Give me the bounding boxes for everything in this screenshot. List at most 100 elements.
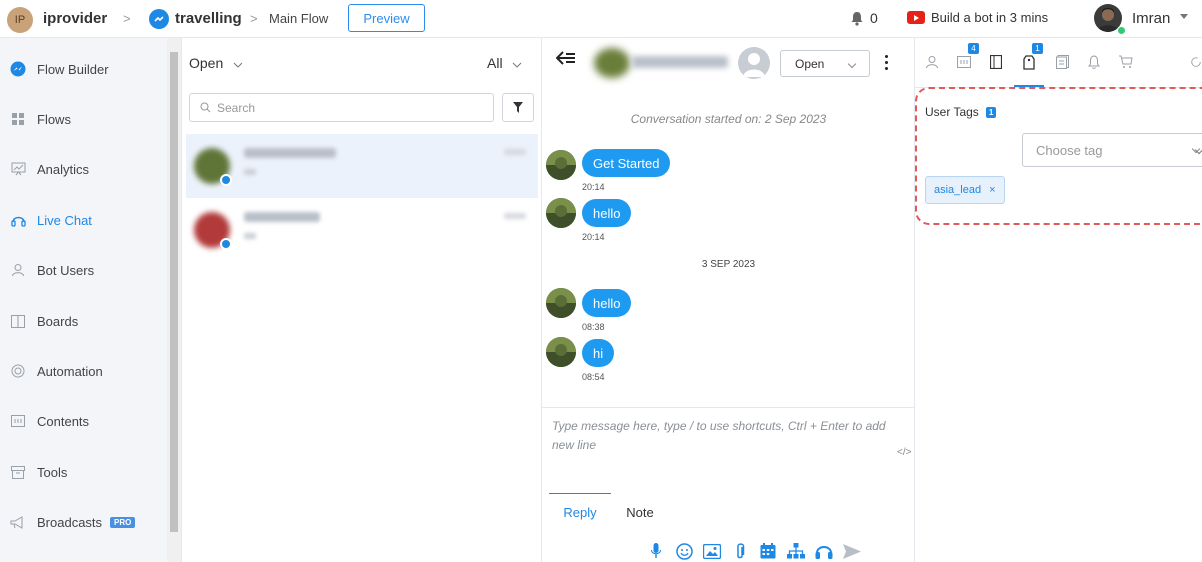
conversation-item[interactable] xyxy=(186,198,538,262)
collapse-arrow-icon[interactable] xyxy=(555,51,576,70)
build-bot-video-link[interactable]: Build a bot in 3 mins xyxy=(907,10,1048,25)
messenger-icon xyxy=(220,174,232,186)
sidebar-item-tools[interactable]: Tools xyxy=(0,447,166,497)
user-tags-count: 1 xyxy=(985,106,997,118)
sidebar-item-bot-users[interactable]: Bot Users xyxy=(0,245,166,295)
sidebar-item-boards[interactable]: Boards xyxy=(0,296,166,346)
tag-chip[interactable]: asia_lead × xyxy=(925,176,1005,204)
sidebar-item-broadcasts[interactable]: Broadcasts PRO xyxy=(0,497,166,547)
conversation-status-dropdown[interactable]: Open xyxy=(780,50,870,77)
breadcrumb-separator: > xyxy=(250,11,258,26)
tab-notes[interactable] xyxy=(955,53,973,71)
contact-avatar xyxy=(546,337,576,367)
user-tags-title: User Tags xyxy=(925,105,979,119)
scope-filter-dropdown[interactable]: All xyxy=(487,55,522,71)
sidebar-item-label: Flow Builder xyxy=(37,61,109,77)
messenger-icon xyxy=(149,9,169,29)
sidebar-item-automation[interactable]: Automation xyxy=(0,346,166,396)
user-icon xyxy=(9,261,27,279)
emoji-icon[interactable] xyxy=(670,540,698,562)
message-time: 08:38 xyxy=(582,322,605,332)
top-bar: IP iprovider > travelling > Main Flow Pr… xyxy=(0,0,1202,38)
message-composer[interactable]: Type message here, type / to use shortcu… xyxy=(542,407,915,493)
tags-count-badge: 1 xyxy=(1032,43,1043,54)
contact-avatar xyxy=(546,198,576,228)
code-toggle-icon[interactable]: </> xyxy=(897,447,911,458)
promo-text: Build a bot in 3 mins xyxy=(931,10,1049,25)
notifications-button[interactable]: 0 xyxy=(850,10,878,26)
preview-button[interactable]: Preview xyxy=(348,4,425,32)
tab-profile[interactable] xyxy=(923,53,941,71)
chevron-down-icon xyxy=(513,62,522,68)
headset-icon[interactable] xyxy=(810,540,838,562)
more-options-icon[interactable] xyxy=(885,55,888,70)
contact-avatar xyxy=(546,150,576,180)
sidebar-item-analytics[interactable]: Analytics xyxy=(0,144,166,194)
remove-tag-icon[interactable]: × xyxy=(989,184,995,196)
image-icon[interactable] xyxy=(698,540,726,562)
sidebar-item-live-chat[interactable]: Live Chat xyxy=(0,195,166,245)
user-tags-section: User Tags 1 Choose tag asia_lead × xyxy=(915,87,1202,225)
sidebar-scrollbar-thumb[interactable] xyxy=(170,52,178,532)
attachment-icon[interactable] xyxy=(726,540,754,562)
sidebar-item-label: Broadcasts xyxy=(37,514,103,530)
tab-notifications[interactable] xyxy=(1085,53,1103,71)
contact-avatar xyxy=(546,288,576,318)
message-time: 20:14 xyxy=(582,182,605,192)
status-filter-dropdown[interactable]: Open xyxy=(189,55,243,71)
tag-label: asia_lead xyxy=(934,184,982,196)
workspace-avatar[interactable]: IP xyxy=(7,7,33,33)
sidebar-item-label: Analytics xyxy=(37,161,90,177)
assignee-avatar[interactable] xyxy=(738,47,770,79)
youtube-icon xyxy=(907,11,925,24)
tab-orders[interactable] xyxy=(1116,53,1134,71)
sidebar-item-label: Tools xyxy=(37,464,68,480)
tab-board[interactable] xyxy=(987,53,1005,71)
caret-down-icon[interactable] xyxy=(1180,14,1188,19)
bell-icon xyxy=(851,11,863,26)
analytics-icon xyxy=(9,160,27,178)
chevron-down-icon xyxy=(847,59,857,69)
calendar-icon[interactable] xyxy=(754,540,782,562)
status-filter-label: Open xyxy=(189,55,224,71)
notes-icon xyxy=(957,56,971,68)
contact-name-redacted xyxy=(632,56,728,68)
conversation-item[interactable] xyxy=(186,134,538,198)
refresh-icon[interactable] xyxy=(1190,53,1202,71)
flow-name[interactable]: Main Flow xyxy=(269,11,328,26)
search-input[interactable]: Search xyxy=(189,93,494,122)
message-bubble: hi xyxy=(582,339,615,367)
contact-name-redacted xyxy=(244,212,320,222)
chevron-down-icon xyxy=(233,62,243,68)
sidebar: Flow Builder Flows Analytics Live Chat B… xyxy=(0,38,182,562)
contact-avatar xyxy=(594,48,630,78)
day-separator: 3 SEP 2023 xyxy=(701,259,756,270)
app-root: IP iprovider > travelling > Main Flow Pr… xyxy=(0,0,1202,562)
sidebar-item-flow-builder[interactable]: Flow Builder xyxy=(0,44,166,94)
contact-name-redacted xyxy=(244,148,336,158)
chevron-down-icon xyxy=(1191,144,1201,154)
sidebar-item-contents[interactable]: Contents xyxy=(0,396,166,446)
sidebar-item-flows[interactable]: Flows xyxy=(0,94,166,144)
bot-name[interactable]: travelling xyxy=(175,10,242,27)
choose-tag-select[interactable]: Choose tag xyxy=(1022,133,1202,167)
contact-details-panel: 4 1 User Tags 1 Choose tag asia_lead × xyxy=(915,38,1202,562)
send-icon[interactable] xyxy=(838,540,866,562)
search-icon xyxy=(200,102,211,113)
tab-documents[interactable] xyxy=(1053,53,1071,71)
filter-button[interactable] xyxy=(502,93,534,122)
tab-tags[interactable] xyxy=(1020,53,1038,71)
workspace-name[interactable]: iprovider xyxy=(43,10,107,27)
sidebar-item-label: Bot Users xyxy=(37,262,95,278)
conversation-time-redacted xyxy=(504,213,526,219)
notes-count-badge: 4 xyxy=(968,43,979,54)
flow-icon[interactable] xyxy=(782,540,810,562)
tab-note[interactable]: Note xyxy=(614,493,666,531)
user-name[interactable]: Imran xyxy=(1132,10,1170,27)
microphone-icon[interactable] xyxy=(642,540,670,562)
scope-filter-label: All xyxy=(487,55,503,71)
chat-header: Open xyxy=(542,38,915,88)
document-icon xyxy=(1055,55,1069,69)
message-bubble: hello xyxy=(582,199,632,227)
tab-reply[interactable]: Reply xyxy=(549,493,611,531)
